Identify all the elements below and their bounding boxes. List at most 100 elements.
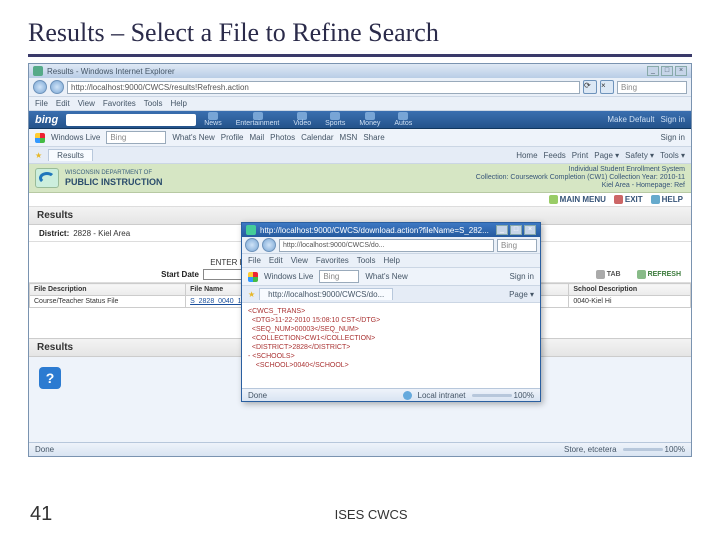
popup-back[interactable] (245, 238, 259, 252)
menu-help[interactable]: Help (170, 99, 186, 108)
status-done: Done (35, 445, 54, 454)
popup-menu-fav[interactable]: Favorites (316, 256, 349, 265)
popup-tool-page[interactable]: Page ▾ (509, 290, 534, 299)
popup-address-bar: http://localhost:9000/CWCS/do... Bing (242, 237, 540, 254)
ises-scope: Kiel Area - Homepage: Ref (476, 182, 685, 190)
bing-tab-ent[interactable]: Entertainment (230, 112, 286, 127)
popup-menu-edit[interactable]: Edit (269, 256, 283, 265)
tool-feeds[interactable]: Feeds (544, 151, 566, 160)
start-date-label: Start Date (161, 270, 199, 279)
bing-tab-sports[interactable]: Sports (319, 112, 351, 127)
popup-fav-icon[interactable]: ★ (248, 290, 255, 299)
popup-title: http://localhost:9000/CWCS/download.acti… (260, 226, 489, 235)
wlive-calendar[interactable]: Calendar (301, 133, 333, 142)
help-link[interactable]: HELP (651, 195, 683, 204)
windows-live-icon (35, 133, 45, 143)
popup-fwd[interactable] (262, 238, 276, 252)
maximize-button[interactable]: □ (661, 66, 673, 76)
popup-search[interactable]: Bing (497, 239, 537, 252)
footer-text: ISES CWCS (335, 507, 408, 522)
district-value: 2828 - Kiel Area (73, 229, 130, 238)
wlive-msn[interactable]: MSN (340, 133, 358, 142)
refresh-button[interactable]: REFRESH (637, 270, 681, 279)
page-number: 41 (30, 503, 52, 526)
menu-file[interactable]: File (35, 99, 48, 108)
popup-wlive: Windows Live Bing What's New Sign in (242, 268, 540, 286)
tool-home[interactable]: Home (516, 151, 537, 160)
wlive-profile[interactable]: Profile (221, 133, 244, 142)
popup-menu-help[interactable]: Help (383, 256, 399, 265)
windows-live-label: Windows Live (51, 133, 100, 142)
exit-link[interactable]: EXIT (614, 195, 643, 204)
xml-popup-window: http://localhost:9000/CWCS/download.acti… (241, 222, 541, 402)
col-school[interactable]: School Description (569, 284, 691, 296)
popup-close-button[interactable]: × (524, 225, 536, 235)
forward-button[interactable] (50, 80, 64, 94)
wlive-signin[interactable]: Sign in (661, 133, 685, 142)
menu-edit[interactable]: Edit (56, 99, 70, 108)
minimize-button[interactable]: _ (647, 66, 659, 76)
bing-toolbar: bing News Entertainment Video Sports Mon… (29, 111, 691, 129)
top-links: MAIN MENU EXIT HELP (29, 193, 691, 207)
main-menu-link[interactable]: MAIN MENU (549, 195, 606, 204)
wlive-photos[interactable]: Photos (270, 133, 295, 142)
tab-results[interactable]: Results (48, 149, 93, 161)
popup-url[interactable]: http://localhost:9000/CWCS/do... (279, 239, 494, 252)
window-title: Results - Windows Internet Explorer (47, 67, 175, 76)
popup-menu-file[interactable]: File (248, 256, 261, 265)
bing-signin[interactable]: Sign in (661, 115, 685, 124)
ises-title: Individual Student Enrollment System (476, 166, 685, 174)
wlive-share[interactable]: Share (363, 133, 384, 142)
tab-button[interactable]: TAB (596, 270, 621, 279)
popup-wlive-search[interactable]: Bing (319, 270, 359, 283)
favorites-icon[interactable]: ★ (35, 151, 42, 160)
ie-icon (246, 225, 256, 235)
district-label: District: (39, 229, 69, 238)
wlive-whatsnew[interactable]: What's New (172, 133, 214, 142)
back-button[interactable] (33, 80, 47, 94)
popup-body: <CWCS_TRANS> <DTG>11-22-2010 15:08:10 CS… (242, 303, 540, 389)
popup-menu-tools[interactable]: Tools (357, 256, 376, 265)
popup-tabbar: ★ http://localhost:9000/CWCS/do... Page … (242, 286, 540, 303)
status-bar: Done Store, etcetera 100% (29, 442, 691, 456)
dpi-banner: WISCONSIN DEPARTMENT OF PUBLIC INSTRUCTI… (29, 164, 691, 193)
url-field[interactable]: http://localhost:9000/CWCS/results!Refre… (67, 81, 580, 94)
slide-footer: 41 ISES CWCS (0, 503, 720, 526)
tool-tools[interactable]: Tools ▾ (660, 151, 685, 160)
popup-menu-view[interactable]: View (291, 256, 308, 265)
status-extra: Store, etcetera (564, 445, 616, 454)
popup-wlive-label: Windows Live (264, 272, 313, 281)
popup-wlive-whatsnew[interactable]: What's New (365, 272, 407, 281)
refresh-button[interactable]: ⟳ (583, 80, 597, 94)
close-button[interactable]: × (675, 66, 687, 76)
tool-safety[interactable]: Safety ▾ (625, 151, 654, 160)
search-field[interactable]: Bing (617, 81, 687, 94)
popup-menu: File Edit View Favorites Tools Help (242, 254, 540, 268)
menu-view[interactable]: View (78, 99, 95, 108)
bing-default[interactable]: Make Default (607, 115, 654, 124)
bing-tab-money[interactable]: Money (353, 112, 386, 127)
tool-print[interactable]: Print (572, 151, 588, 160)
menu-tools[interactable]: Tools (144, 99, 163, 108)
stop-button[interactable]: × (600, 80, 614, 94)
popup-min-button[interactable]: _ (496, 225, 508, 235)
menu-favorites[interactable]: Favorites (103, 99, 136, 108)
slide-title: Results – Select a File to Refine Search (28, 18, 692, 57)
wlive-mail[interactable]: Mail (249, 133, 264, 142)
popup-zoom[interactable]: 100% (472, 391, 534, 400)
bing-logo: bing (29, 114, 64, 126)
help-icon[interactable]: ? (39, 367, 61, 389)
popup-max-button[interactable]: □ (510, 225, 522, 235)
tool-page[interactable]: Page ▾ (594, 151, 619, 160)
wlive-search[interactable]: Bing (106, 131, 166, 144)
col-file-desc[interactable]: File Description (30, 284, 186, 296)
popup-tab[interactable]: http://localhost:9000/CWCS/do... (259, 288, 393, 300)
bing-search-input[interactable] (66, 114, 196, 126)
popup-titlebar: http://localhost:9000/CWCS/download.acti… (242, 223, 540, 237)
windows-live-icon (248, 272, 258, 282)
popup-wlive-signin[interactable]: Sign in (510, 272, 534, 281)
bing-tab-autos[interactable]: Autos (388, 112, 418, 127)
zoom-control[interactable]: 100% (623, 445, 685, 454)
bing-tab-video[interactable]: Video (287, 112, 317, 127)
bing-tab-news[interactable]: News (198, 112, 228, 127)
